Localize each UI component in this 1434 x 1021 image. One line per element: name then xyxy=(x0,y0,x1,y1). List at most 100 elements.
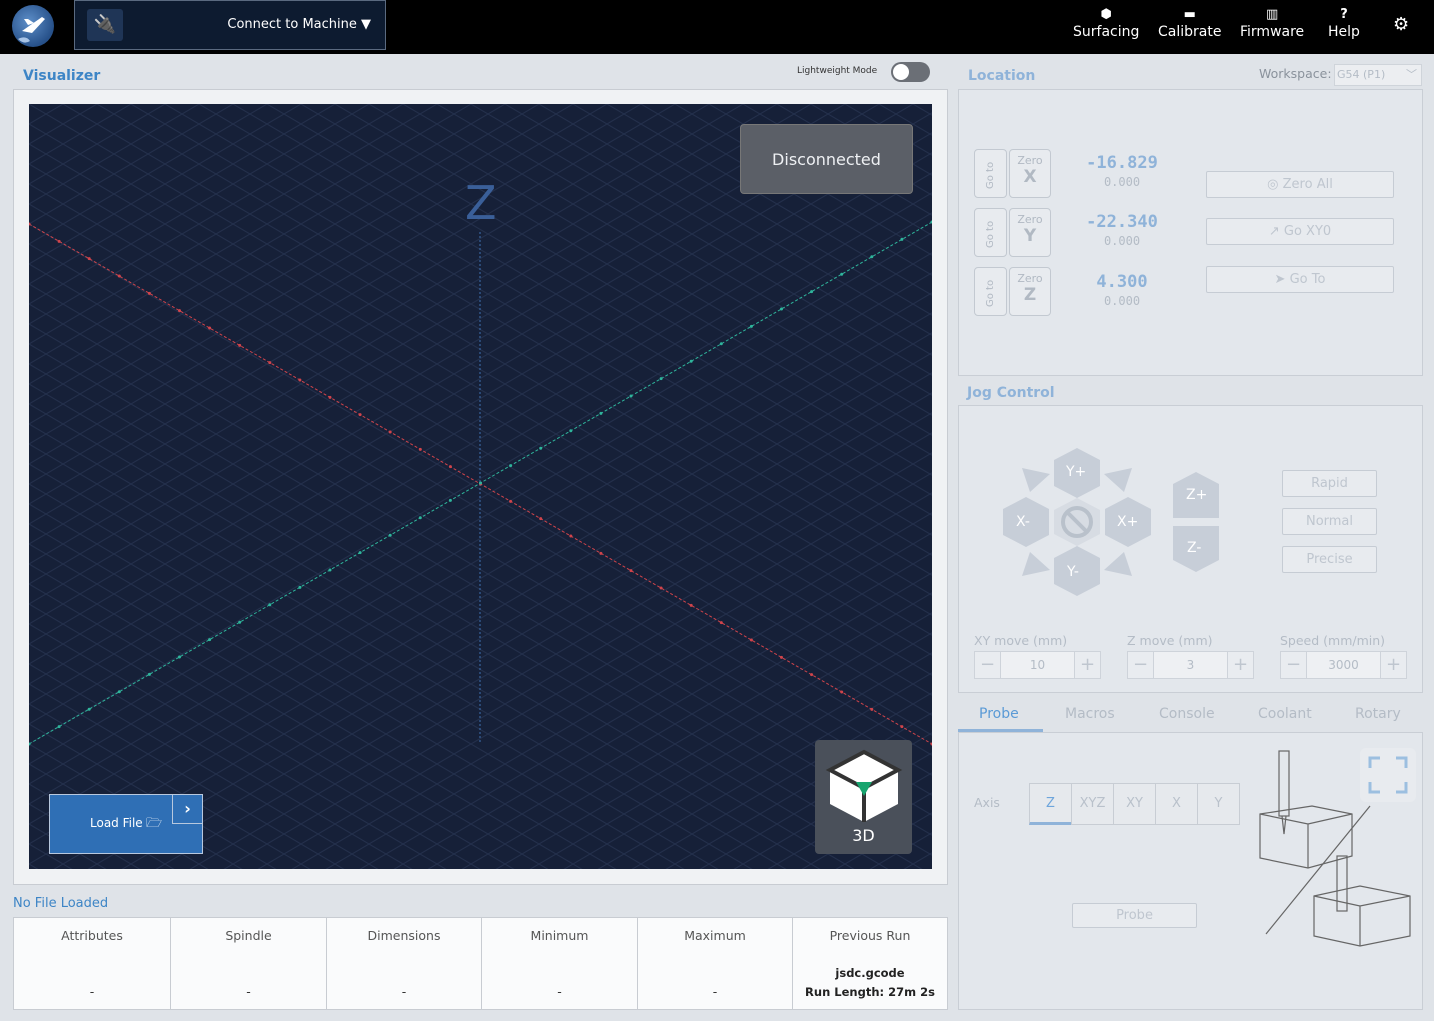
probe-axis-x[interactable]: X xyxy=(1155,783,1198,825)
go-to-label: Go To xyxy=(1289,272,1326,287)
probe-axis-y[interactable]: Y xyxy=(1197,783,1240,825)
connect-label: Connect to Machine ▼ xyxy=(227,17,371,32)
jog-diag-arrow[interactable] xyxy=(1104,468,1132,492)
load-file-menu-arrow[interactable]: › xyxy=(172,795,202,824)
normal-button[interactable]: Normal xyxy=(1282,508,1377,535)
axis-tick xyxy=(749,638,753,642)
axis-tick xyxy=(539,517,543,521)
axis-tick xyxy=(358,551,362,555)
calibrate-button[interactable]: ▬ Calibrate xyxy=(1158,6,1221,40)
y-work-value: -22.340 xyxy=(1086,212,1158,232)
goto-x-button[interactable]: Go to xyxy=(974,149,1007,198)
visualizer-title: Visualizer xyxy=(23,68,101,84)
probe-axis-z[interactable]: Z xyxy=(1029,783,1072,825)
app-logo[interactable] xyxy=(12,5,54,47)
minus-icon[interactable]: − xyxy=(1281,652,1307,678)
load-file-button[interactable]: Load File 🗁 › xyxy=(49,794,203,854)
zero-z-button[interactable]: Zero Z xyxy=(1009,267,1051,316)
view-mode-label: 3D xyxy=(852,826,875,845)
axis-tick xyxy=(238,343,242,347)
info-value: - xyxy=(712,984,718,999)
axis-tick xyxy=(719,621,723,625)
zero-all-button[interactable]: ◎ Zero All xyxy=(1206,171,1394,198)
surfacing-button[interactable]: ⬢ Surfacing xyxy=(1073,6,1139,40)
info-header: Dimensions xyxy=(367,928,441,943)
calibrate-icon: ▬ xyxy=(1183,7,1196,22)
probe-axis-xyz[interactable]: XYZ xyxy=(1071,783,1114,825)
chevron-down-icon: ﹀ xyxy=(1406,68,1417,81)
axis-tick xyxy=(900,237,904,241)
axis-tick xyxy=(298,378,302,382)
axis-tick xyxy=(629,569,633,573)
axis-tick xyxy=(298,585,302,589)
goto-z-button[interactable]: Go to xyxy=(974,267,1007,316)
z-move-input[interactable]: 3 xyxy=(1154,652,1227,678)
jog-diag-arrow[interactable] xyxy=(1022,552,1050,576)
tab-coolant[interactable]: Coolant xyxy=(1258,706,1312,722)
jog-diag-arrow[interactable] xyxy=(1022,468,1050,492)
info-minimum: Minimum - xyxy=(482,918,638,1009)
workspace-select[interactable]: G54 (P1) ﹀ xyxy=(1334,64,1422,86)
go-to-button[interactable]: ➤ Go To xyxy=(1206,266,1394,293)
workspace-label: Workspace: xyxy=(1259,66,1332,81)
axis-tick xyxy=(178,309,181,313)
rapid-button[interactable]: Rapid xyxy=(1282,470,1377,497)
jog-diag-arrow[interactable] xyxy=(1104,552,1132,576)
help-button[interactable]: ? Help xyxy=(1328,6,1360,40)
folder-icon: 🗁 xyxy=(146,816,163,831)
info-header: Attributes xyxy=(61,928,123,943)
axis-tick xyxy=(509,499,513,503)
xy-move-input[interactable]: 10 xyxy=(1001,652,1074,678)
cube-icon xyxy=(825,749,902,822)
zero-y-button[interactable]: Zero Y xyxy=(1009,208,1051,257)
axis-tick xyxy=(840,690,844,694)
go-xy0-button[interactable]: ↗ Go XY0 xyxy=(1206,218,1394,245)
settings-gear-icon[interactable]: ⚙ xyxy=(1393,14,1409,35)
plus-icon[interactable]: + xyxy=(1074,652,1100,678)
precise-button[interactable]: Precise xyxy=(1282,546,1377,573)
visualizer-canvas[interactable]: Z xyxy=(29,104,932,869)
previous-run-length: Run Length: 27m 2s xyxy=(805,985,935,999)
plus-icon[interactable]: + xyxy=(1227,652,1253,678)
z-axis-label: Z xyxy=(465,176,497,230)
axis-tick xyxy=(87,707,91,711)
z-move-stepper: − 3 + xyxy=(1127,651,1254,679)
z-coordinate: 4.300 0.000 xyxy=(1062,272,1182,308)
tab-probe[interactable]: Probe xyxy=(979,706,1019,722)
axis-tick xyxy=(147,291,151,295)
probe-button[interactable]: Probe xyxy=(1072,903,1197,928)
lightweight-mode-label: Lightweight Mode xyxy=(797,66,878,76)
calibrate-label: Calibrate xyxy=(1158,24,1222,40)
plus-icon[interactable]: + xyxy=(1380,652,1406,678)
tab-rotary[interactable]: Rotary xyxy=(1355,706,1401,722)
z-work-value: 4.300 xyxy=(1096,272,1148,292)
tab-macros[interactable]: Macros xyxy=(1065,706,1115,722)
view-cube-button[interactable]: 3D xyxy=(815,740,912,854)
firmware-button[interactable]: ▥ Firmware xyxy=(1240,6,1304,40)
axis-tick xyxy=(418,447,422,451)
jog-yminus-label: Y- xyxy=(1067,564,1079,580)
lightweight-mode-toggle[interactable] xyxy=(891,62,930,82)
connect-machine-button[interactable]: 🔌 Connect to Machine ▼ xyxy=(74,0,386,50)
axis-tick xyxy=(268,603,272,607)
location-title: Location xyxy=(968,68,1036,84)
speed-input[interactable]: 3000 xyxy=(1307,652,1380,678)
axis-tick xyxy=(388,430,392,434)
tab-console[interactable]: Console xyxy=(1159,706,1215,722)
info-attributes: Attributes - xyxy=(14,918,171,1009)
info-dimensions: Dimensions - xyxy=(327,918,482,1009)
axis-tick xyxy=(178,655,181,659)
info-value: - xyxy=(246,984,251,999)
zero-label: Zero xyxy=(1017,213,1043,226)
axis-tick xyxy=(328,568,332,572)
minus-icon[interactable]: − xyxy=(975,652,1001,678)
info-value: - xyxy=(401,984,407,999)
zero-x-button[interactable]: Zero X xyxy=(1009,149,1051,198)
minus-icon[interactable]: − xyxy=(1128,652,1154,678)
probe-axis-xy[interactable]: XY xyxy=(1113,783,1156,825)
jog-zminus-label: Z- xyxy=(1187,540,1202,556)
goto-y-button[interactable]: Go to xyxy=(974,208,1007,257)
axis-tick xyxy=(208,326,212,330)
axis-tick xyxy=(569,429,573,433)
firmware-icon: ▥ xyxy=(1265,7,1279,22)
